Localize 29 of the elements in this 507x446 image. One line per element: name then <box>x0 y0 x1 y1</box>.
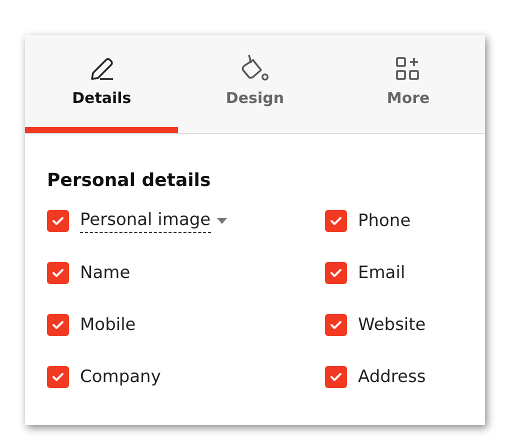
checkbox-label: Name <box>80 263 130 283</box>
checkbox[interactable] <box>325 366 347 388</box>
tab[interactable]: Details <box>25 35 178 133</box>
check-icon <box>52 320 64 330</box>
checkbox-label: Address <box>358 367 426 387</box>
checkbox-label: Phone <box>358 211 411 231</box>
checkbox-label: Email <box>358 263 406 283</box>
checkbox[interactable] <box>325 210 347 232</box>
check-icon <box>330 372 342 382</box>
checkbox[interactable] <box>47 366 69 388</box>
tab[interactable]: Design <box>178 35 332 133</box>
check-icon <box>52 268 64 278</box>
checkbox[interactable] <box>47 210 69 232</box>
checkbox[interactable] <box>47 262 69 284</box>
check-icon <box>330 268 342 278</box>
tab[interactable]: More <box>332 35 485 133</box>
checkbox[interactable] <box>325 262 347 284</box>
checkbox[interactable] <box>325 314 347 336</box>
dropdown-button[interactable]: Personal image <box>80 210 227 232</box>
check-icon <box>330 216 342 226</box>
check-icon <box>330 320 342 330</box>
section-title: Personal details <box>47 170 212 191</box>
check-icon <box>52 216 64 226</box>
checkbox-label: Company <box>80 367 161 387</box>
check-icon <box>52 372 64 382</box>
caret-icon <box>216 218 227 224</box>
checkbox-label: Mobile <box>80 315 136 335</box>
checkbox-label: Website <box>358 315 426 335</box>
checkbox[interactable] <box>47 314 69 336</box>
